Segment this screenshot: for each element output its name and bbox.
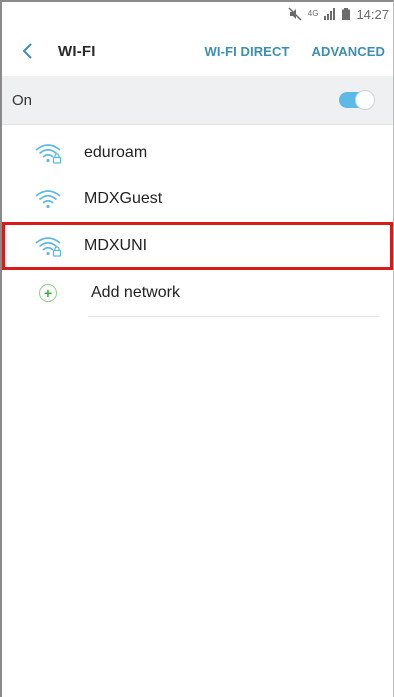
- network-item-mdxuni[interactable]: MDXUNI: [2, 222, 393, 270]
- add-network-label: Add network: [91, 284, 180, 301]
- network-type-label: 4G: [307, 9, 319, 18]
- wifi-toggle-switch[interactable]: [339, 90, 375, 110]
- network-item-mdxguest[interactable]: MDXGuest: [2, 176, 393, 222]
- signal-icon: [324, 8, 336, 20]
- screen: 4G 14:27 WI-FI WI-FI DIRECT ADVANCED On …: [0, 0, 394, 697]
- wifi-state-label: On: [12, 91, 33, 109]
- network-list: eduroam MDXGuest MDXUNI + Add network: [2, 130, 393, 317]
- divider: [88, 316, 379, 317]
- wifi-secured-icon: [22, 235, 74, 257]
- advanced-button[interactable]: ADVANCED: [311, 44, 385, 59]
- battery-icon: [342, 8, 351, 20]
- page-title: WI-FI: [58, 42, 96, 60]
- app-bar-actions: WI-FI DIRECT ADVANCED: [205, 26, 385, 76]
- wifi-secured-icon: [22, 142, 74, 164]
- toggle-knob: [355, 90, 375, 110]
- app-bar: WI-FI WI-FI DIRECT ADVANCED: [2, 26, 393, 76]
- network-4g-icon: 4G: [308, 10, 319, 18]
- wifi-direct-button[interactable]: WI-FI DIRECT: [205, 44, 290, 59]
- network-name: MDXGuest: [84, 190, 163, 207]
- back-button[interactable]: [16, 39, 40, 63]
- clock: 14:27: [356, 6, 389, 22]
- plus-icon: +: [39, 284, 57, 302]
- wifi-toggle-row[interactable]: On: [2, 76, 393, 125]
- wifi-icon: [22, 188, 74, 210]
- network-name: MDXUNI: [84, 237, 148, 254]
- add-network-item[interactable]: + Add network: [2, 270, 393, 316]
- network-name: eduroam: [84, 144, 148, 161]
- chevron-left-icon: [22, 43, 32, 59]
- mute-icon: [288, 7, 302, 21]
- status-bar: 4G 14:27: [2, 2, 393, 26]
- network-item-eduroam[interactable]: eduroam: [2, 130, 393, 176]
